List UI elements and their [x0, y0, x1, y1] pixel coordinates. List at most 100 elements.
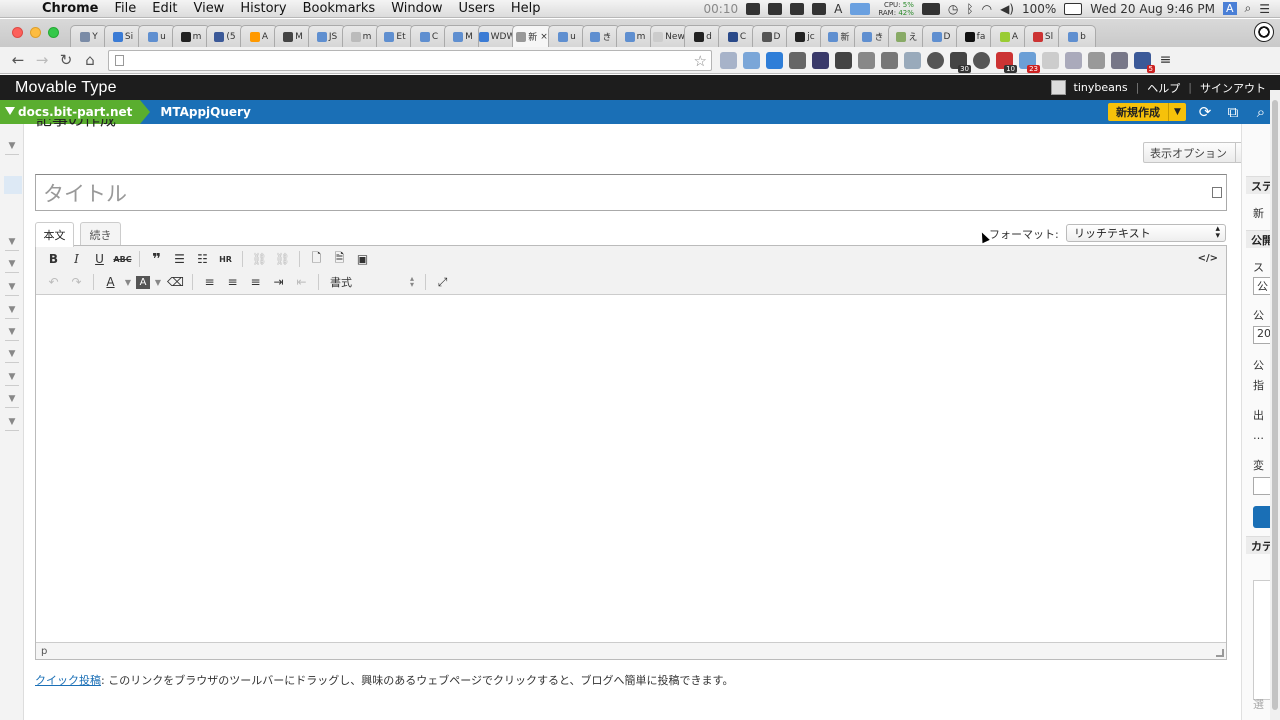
pocket-ext-icon[interactable]	[835, 51, 852, 69]
undo-icon[interactable]: ↶	[44, 273, 63, 291]
spotlight-icon[interactable]: ⌕	[1245, 1, 1252, 16]
signout-link[interactable]: サインアウト	[1200, 80, 1266, 96]
blog-name-link[interactable]: MTAppjQuery	[140, 105, 250, 119]
folder-ext-icon[interactable]	[743, 51, 760, 69]
tab-ext-icon[interactable]	[881, 51, 898, 69]
menu-toggle-icon[interactable]: ▼	[5, 305, 19, 319]
browser-tab[interactable]: u	[548, 25, 586, 47]
browser-tab[interactable]: m	[616, 25, 654, 47]
battery-percent[interactable]: 100%	[1022, 2, 1056, 16]
menu-toggle-icon[interactable]: ▼	[5, 141, 19, 155]
menu-bookmarks[interactable]: Bookmarks	[295, 1, 384, 16]
view-site-icon[interactable]: ⧉	[1224, 103, 1242, 121]
menu-toggle-icon[interactable]: ▼	[5, 372, 19, 386]
rebuild-icon[interactable]: ⟳	[1196, 103, 1214, 121]
close-window-button[interactable]	[12, 27, 23, 38]
close-tab-icon[interactable]: ×	[540, 32, 548, 42]
menu-window[interactable]: Window	[383, 1, 450, 16]
browser-tab[interactable]: b	[1058, 25, 1096, 47]
italic-icon[interactable]: I	[67, 250, 86, 268]
plus-one-ext-icon[interactable]	[766, 51, 783, 69]
battery-icon[interactable]	[1064, 2, 1083, 15]
browser-tab[interactable]: Sl	[1024, 25, 1062, 47]
browser-tab[interactable]: き	[582, 25, 620, 47]
puzzle-ext-icon[interactable]	[858, 51, 875, 69]
browser-tab[interactable]: Et	[376, 25, 414, 47]
forward-button[interactable]: →	[30, 51, 54, 69]
browser-tab[interactable]: New	[650, 25, 688, 47]
browser-tab[interactable]: D	[922, 25, 960, 47]
camera-ext-icon[interactable]	[1065, 51, 1082, 69]
new-create-dropdown-icon[interactable]: ▼	[1168, 103, 1186, 121]
check-ext-icon[interactable]: 23	[1019, 51, 1040, 73]
browser-tab[interactable]: u	[138, 25, 176, 47]
bluetooth-icon[interactable]: ᛒ	[966, 2, 973, 16]
menu-toggle-icon[interactable]: ▼	[5, 282, 19, 296]
browser-tab[interactable]: Y	[70, 25, 108, 47]
menu-toggle-icon[interactable]: ▼	[5, 349, 19, 363]
browser-tab[interactable]: D	[752, 25, 790, 47]
help-link[interactable]: ヘルプ	[1147, 80, 1180, 96]
hatena-ext-icon[interactable]	[812, 51, 829, 69]
home-button[interactable]: ⌂	[78, 51, 102, 69]
red-ext-icon[interactable]: 10	[996, 51, 1017, 73]
editor-content-area[interactable]	[36, 295, 1226, 643]
gear-ext-icon[interactable]	[973, 51, 990, 69]
new-create-button[interactable]: 新規作成 ▼	[1108, 103, 1186, 121]
volume-icon[interactable]: ◀)	[1000, 2, 1014, 16]
battery-meter-icon[interactable]	[850, 2, 871, 15]
chevron-down-icon[interactable]: ▼	[154, 273, 162, 291]
unlink-icon[interactable]: ⛓	[273, 250, 292, 268]
facebook-notif-ext-icon[interactable]: 5	[1134, 51, 1155, 73]
bullet-list-icon[interactable]: ☰	[170, 250, 189, 268]
bookmark-star-icon[interactable]: ☆	[694, 52, 707, 70]
browser-tab[interactable]: A	[240, 25, 278, 47]
timer-readout[interactable]: 00:10	[704, 2, 739, 16]
bold-icon[interactable]: B	[44, 250, 63, 268]
numbered-list-icon[interactable]: ☷	[193, 250, 212, 268]
insert-file-icon[interactable]: 🗋	[307, 250, 326, 268]
menu-icon[interactable]: ≡	[1157, 52, 1174, 69]
menu-toggle-icon[interactable]: ▼	[5, 327, 19, 341]
browser-tab[interactable]: m	[172, 25, 210, 47]
text-color-icon[interactable]: A	[101, 273, 120, 291]
align-right-icon[interactable]: ≡	[246, 273, 265, 291]
browser-tab[interactable]: d	[684, 25, 722, 47]
tab-body[interactable]: 本文	[35, 222, 74, 247]
puzzle2-ext-icon[interactable]	[1088, 51, 1105, 69]
menu-edit[interactable]: Edit	[144, 1, 185, 16]
browser-tab[interactable]: A	[990, 25, 1028, 47]
address-bar[interactable]: ☆	[108, 49, 712, 71]
browser-tab[interactable]: jc	[786, 25, 824, 47]
page-scrollbar[interactable]	[1270, 90, 1280, 720]
menu-file[interactable]: File	[107, 1, 145, 16]
browser-tab[interactable]: JS	[308, 25, 346, 47]
outdent-icon[interactable]: ⇤	[292, 273, 311, 291]
browser-tab[interactable]: M	[444, 25, 482, 47]
eraser-icon[interactable]: ⌫	[166, 273, 185, 291]
menu-users[interactable]: Users	[450, 1, 502, 16]
style-select[interactable]: 書式 ▴ ▾	[326, 273, 418, 291]
screen-icon[interactable]	[768, 2, 783, 15]
insert-document-icon[interactable]: 🗎	[330, 250, 349, 268]
sync-ext-icon[interactable]	[904, 51, 921, 69]
clock-ext-icon[interactable]	[927, 51, 944, 69]
align-left-icon[interactable]: ≡	[200, 273, 219, 291]
wifi-icon[interactable]: ◠	[982, 2, 992, 16]
insert-image-icon[interactable]: ▣	[353, 250, 372, 268]
tab-more[interactable]: 続き	[80, 222, 121, 246]
adobe-icon[interactable]: A	[834, 2, 842, 16]
background-color-icon[interactable]: A	[136, 275, 150, 289]
resize-grip-icon[interactable]	[1216, 649, 1224, 657]
input-source-icon[interactable]: A	[1222, 2, 1237, 15]
quickpost-link[interactable]: クイック投稿	[35, 674, 101, 687]
menu-toggle-icon[interactable]: ▼	[5, 259, 19, 273]
menu-view[interactable]: View	[185, 1, 232, 16]
menu-chrome[interactable]: Chrome	[34, 1, 107, 16]
menu-toggle-icon[interactable]: ▼	[5, 237, 19, 251]
back-button[interactable]: ←	[6, 51, 30, 69]
zoom-window-button[interactable]	[48, 27, 59, 38]
underline-icon[interactable]: U	[90, 250, 109, 268]
clock[interactable]: Wed 20 Aug 9:46 PM	[1090, 2, 1215, 16]
mt-logo[interactable]: Movable Type	[0, 79, 117, 97]
